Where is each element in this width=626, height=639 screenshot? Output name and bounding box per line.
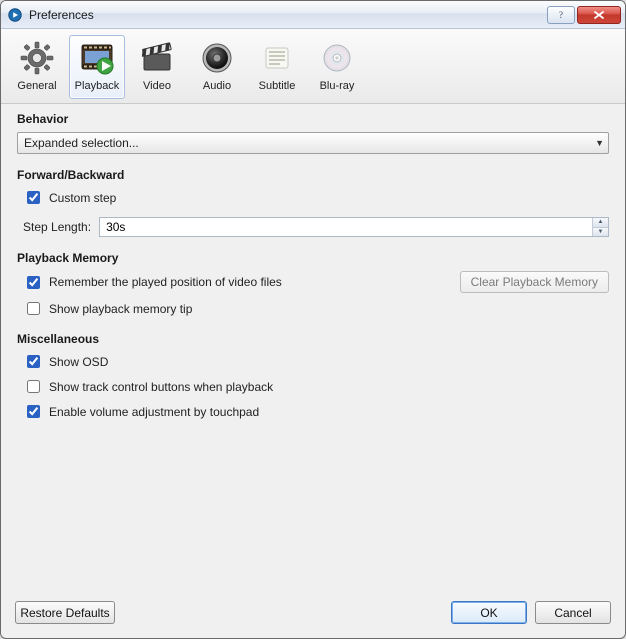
miscellaneous-title: Miscellaneous — [17, 332, 609, 346]
custom-step-checkbox[interactable] — [27, 191, 40, 204]
clapperboard-icon — [139, 40, 175, 76]
footer: Restore Defaults OK Cancel — [1, 591, 625, 638]
miscellaneous-section: Miscellaneous Show OSD Show track contro… — [17, 332, 609, 421]
clear-playback-memory-label: Clear Playback Memory — [471, 275, 598, 289]
spinner-down[interactable]: ▼ — [593, 227, 608, 237]
remember-position-checkbox[interactable] — [27, 276, 40, 289]
step-length-value: 30s — [106, 220, 125, 234]
remember-position-label: Remember the played position of video fi… — [49, 275, 282, 289]
disc-icon — [319, 40, 355, 76]
clear-playback-memory-button[interactable]: Clear Playback Memory — [460, 271, 609, 293]
tab-label: General — [17, 80, 56, 92]
playback-memory-title: Playback Memory — [17, 251, 609, 265]
tab-audio[interactable]: Audio — [189, 35, 245, 99]
track-buttons-label: Show track control buttons when playback — [49, 380, 273, 394]
memory-tip-label: Show playback memory tip — [49, 302, 192, 316]
forward-backward-title: Forward/Backward — [17, 168, 609, 182]
behavior-select[interactable]: Expanded selection... ▼ — [17, 132, 609, 154]
content-area: Behavior Expanded selection... ▼ Forward… — [1, 104, 625, 591]
forward-backward-section: Forward/Backward Custom step Step Length… — [17, 168, 609, 237]
restore-defaults-button[interactable]: Restore Defaults — [15, 601, 115, 624]
memory-tip-checkbox[interactable] — [27, 302, 40, 315]
show-osd-label: Show OSD — [49, 355, 108, 369]
cancel-label: Cancel — [554, 606, 591, 620]
filmstrip-play-icon — [79, 40, 115, 76]
touchpad-volume-checkbox[interactable] — [27, 405, 40, 418]
behavior-title: Behavior — [17, 112, 609, 126]
window-title: Preferences — [29, 8, 547, 22]
tab-label: Blu-ray — [320, 80, 355, 92]
tab-label: Subtitle — [259, 80, 296, 92]
behavior-select-value: Expanded selection... — [24, 136, 139, 150]
spinner-buttons: ▲ ▼ — [592, 218, 608, 236]
app-icon — [7, 7, 23, 23]
speaker-icon — [199, 40, 235, 76]
window-controls: ? — [547, 6, 621, 24]
ok-label: OK — [480, 606, 497, 620]
cancel-button[interactable]: Cancel — [535, 601, 611, 624]
tab-playback[interactable]: Playback — [69, 35, 125, 99]
playback-memory-section: Playback Memory Remember the played posi… — [17, 251, 609, 318]
spinner-up[interactable]: ▲ — [593, 218, 608, 227]
subtitle-icon — [259, 40, 295, 76]
tab-label: Video — [143, 80, 171, 92]
titlebar: Preferences ? — [1, 1, 625, 29]
behavior-section: Behavior Expanded selection... ▼ — [17, 112, 609, 154]
tab-bluray[interactable]: Blu-ray — [309, 35, 365, 99]
tab-label: Playback — [75, 80, 120, 92]
help-button[interactable]: ? — [547, 6, 575, 24]
svg-text:?: ? — [559, 10, 563, 20]
track-buttons-checkbox[interactable] — [27, 380, 40, 393]
step-length-label: Step Length: — [23, 220, 91, 234]
tab-general[interactable]: General — [9, 35, 65, 99]
close-button[interactable] — [577, 6, 621, 24]
show-osd-checkbox[interactable] — [27, 355, 40, 368]
preferences-window: Preferences ? — [0, 0, 626, 639]
custom-step-label: Custom step — [49, 191, 116, 205]
touchpad-volume-label: Enable volume adjustment by touchpad — [49, 405, 259, 419]
step-length-input[interactable]: 30s ▲ ▼ — [99, 217, 609, 237]
ok-button[interactable]: OK — [451, 601, 527, 624]
tab-video[interactable]: Video — [129, 35, 185, 99]
category-toolbar: General Playback — [1, 29, 625, 104]
restore-defaults-label: Restore Defaults — [20, 606, 109, 620]
gear-icon — [19, 40, 55, 76]
tab-label: Audio — [203, 80, 231, 92]
chevron-down-icon: ▼ — [595, 138, 604, 148]
tab-subtitle[interactable]: Subtitle — [249, 35, 305, 99]
